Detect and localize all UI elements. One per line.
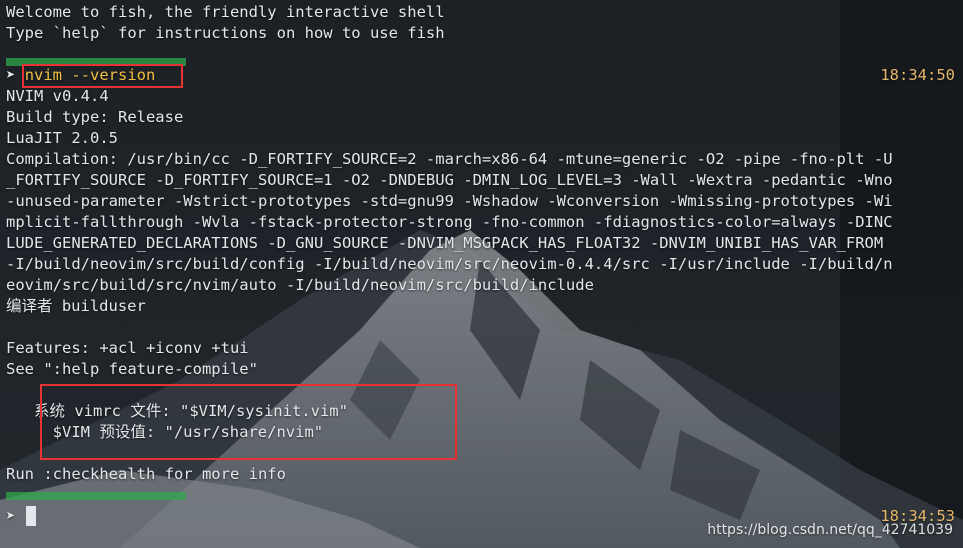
compiler-line: 编译者 builduser (6, 297, 146, 315)
prompt-line: ➤ (6, 506, 15, 527)
prompt-time: 18:34:50 (880, 66, 955, 84)
prompt-arrow-icon: ➤ (6, 507, 16, 525)
compilation-line: -unused-parameter -Wstrict-prototypes -s… (6, 192, 893, 210)
watermark-text: https://blog.csdn.net/qq_42741039 (707, 522, 953, 538)
welcome-line: Welcome to fish, the friendly interactiv… (6, 3, 445, 21)
version-line: NVIM v0.4.4 (6, 87, 109, 105)
compilation-line: Compilation: /usr/bin/cc -D_FORTIFY_SOUR… (6, 150, 893, 168)
config-highlight-box (40, 384, 457, 460)
compilation-line: mplicit-fallthrough -Wvla -fstack-protec… (6, 213, 893, 231)
compilation-line: LUDE_GENERATED_DECLARATIONS -D_GNU_SOURC… (6, 234, 884, 252)
prompt-status-bar (6, 492, 186, 500)
command-highlight-box (22, 64, 183, 88)
compilation-line: -I/build/neovim/src/build/config -I/buil… (6, 255, 893, 273)
features-line: Features: +acl +iconv +tui (6, 339, 249, 357)
luajit-line: LuaJIT 2.0.5 (6, 129, 118, 147)
compilation-line: _FORTIFY_SOURCE -D_FORTIFY_SOURCE=1 -O2 … (6, 171, 893, 189)
terminal-window[interactable]: Welcome to fish, the friendly interactiv… (0, 0, 963, 548)
prompt-arrow-icon: ➤ (6, 66, 16, 84)
feature-help-line: See ":help feature-compile" (6, 360, 258, 378)
build-type-line: Build type: Release (6, 108, 184, 126)
help-hint-line: Type `help` for instructions on how to u… (6, 24, 445, 42)
checkhealth-line: Run :checkhealth for more info (6, 465, 286, 483)
text-cursor[interactable] (26, 506, 36, 526)
compilation-line: eovim/src/build/src/nvim/auto -I/build/n… (6, 276, 594, 294)
